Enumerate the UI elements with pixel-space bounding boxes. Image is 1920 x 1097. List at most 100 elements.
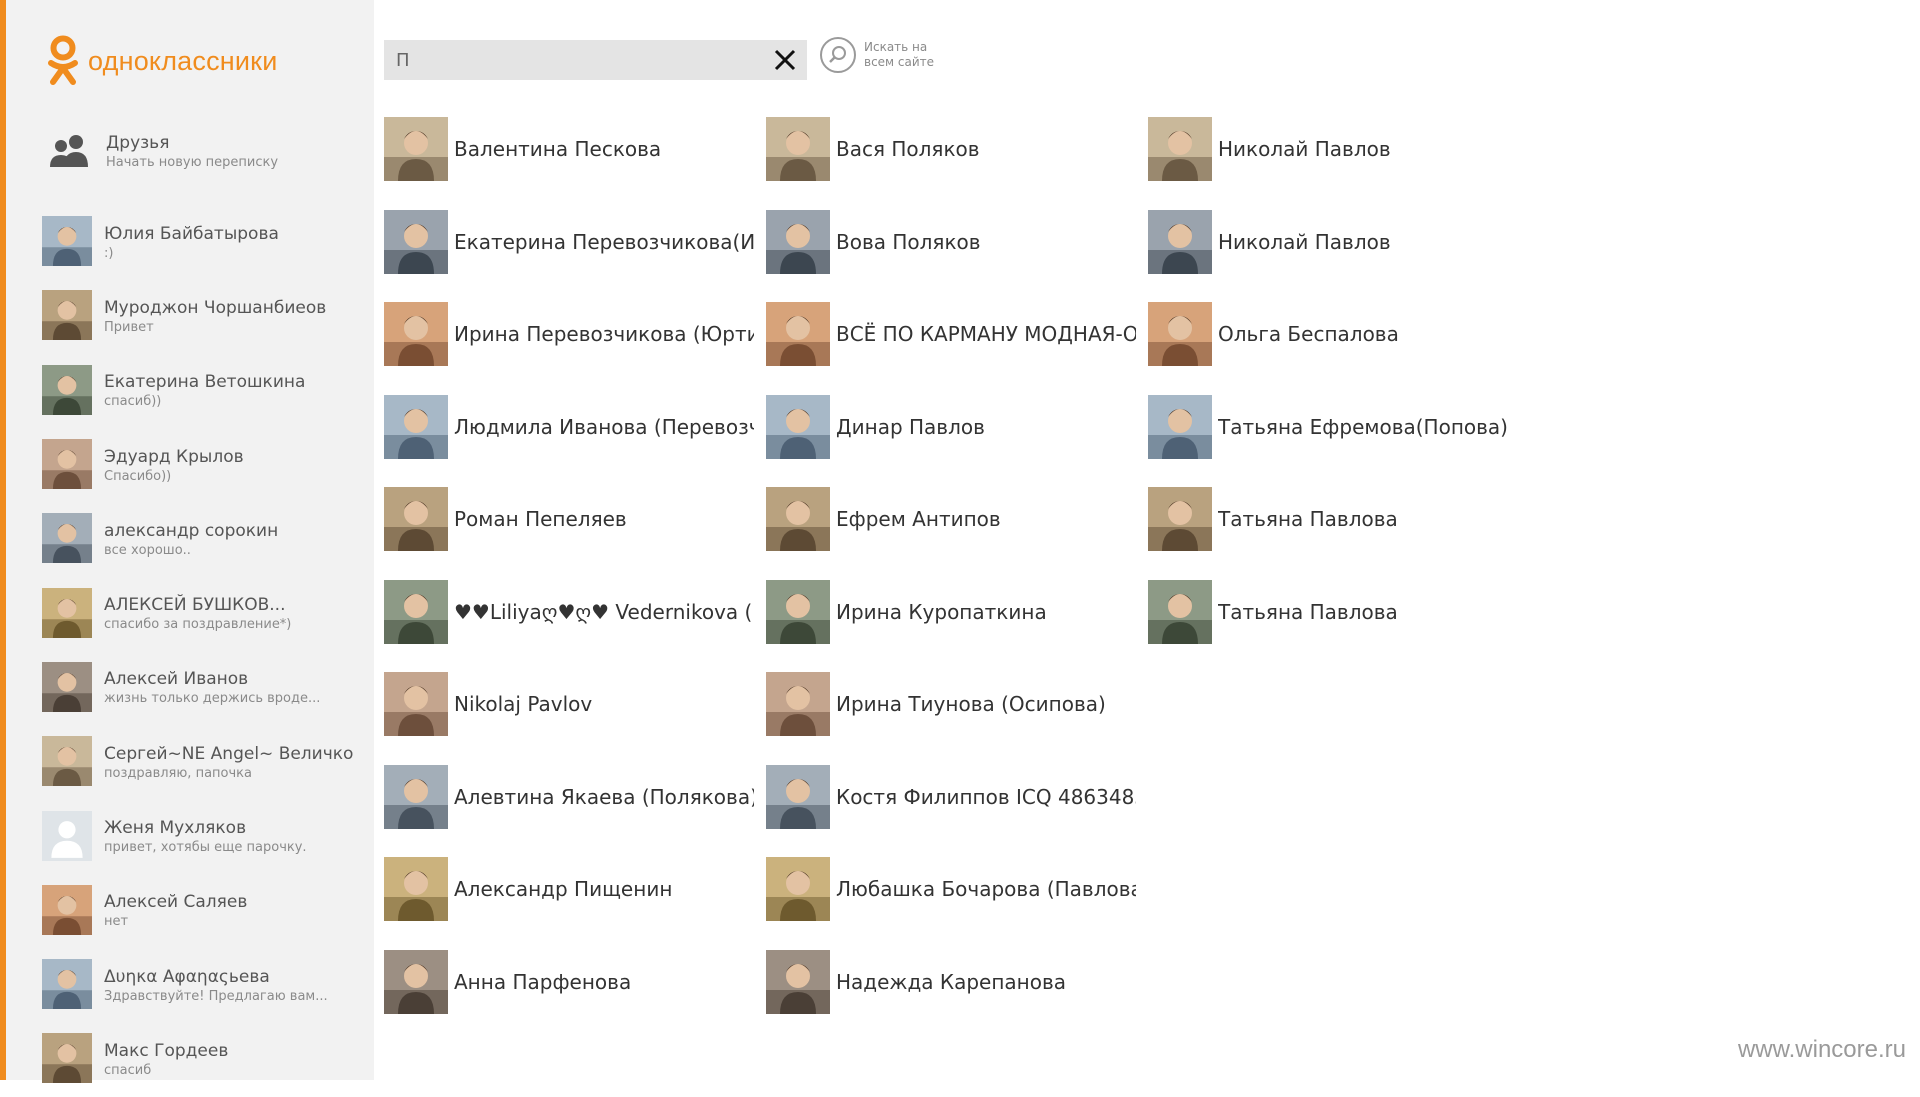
avatar	[42, 810, 92, 863]
avatar	[42, 884, 92, 937]
search-whole-site-button[interactable]: Искать на всем сайте	[820, 37, 944, 73]
conversation-name: Юлия Байбатырова	[104, 223, 279, 244]
search-result-item[interactable]: Костя Филиппов ICQ 48634836	[766, 764, 1148, 858]
conversation-item[interactable]: Женя Мухляков привет, хотябы еще парочку.	[42, 799, 372, 873]
avatar	[766, 487, 830, 551]
search-result-item[interactable]: Ирина Куропаткина	[766, 579, 1148, 673]
conversation-preview: все хорошо..	[104, 542, 191, 558]
avatar	[766, 857, 830, 921]
avatar	[42, 661, 92, 714]
watermark: www.wincore.ru	[1737, 1036, 1906, 1063]
search-result-item[interactable]: Анна Парфенова	[384, 949, 766, 1043]
search-result-item[interactable]: Любашка Бочарова (Павлова)	[766, 857, 1148, 950]
search-result-item[interactable]: Ефрем Антипов	[766, 487, 1148, 580]
search-result-item[interactable]: Ирина Тиунова (Осипова)	[766, 672, 1148, 765]
app-logo-text: одноклассники	[88, 45, 278, 76]
conversation-preview: спасиб))	[104, 394, 162, 410]
search-result-item[interactable]: Екатерина Перевозчикова(Иль	[384, 209, 766, 303]
avatar	[42, 587, 92, 640]
avatar	[384, 487, 448, 551]
avatar	[766, 579, 830, 644]
conversation-preview: привет, хотябы еще парочку.	[104, 840, 307, 856]
conversation-name: Алексей Саляев	[104, 892, 248, 913]
search-result-name: Николай Павлов	[1218, 137, 1391, 161]
avatar	[1148, 117, 1212, 181]
conversation-item[interactable]: Мурoджон Чоршанбиеов Привет	[42, 279, 372, 353]
search-result-name: Александр Пищенин	[454, 877, 673, 901]
avatar	[42, 290, 92, 342]
search-result-name: Вася Поляков	[836, 137, 980, 161]
search-result-name: Ефрем Антипов	[836, 507, 1001, 531]
search-result-item[interactable]: Алевтина Якаева (Полякова)	[384, 764, 766, 858]
search-whole-site-label: Искать на всем сайте	[864, 40, 935, 69]
conversation-item[interactable]: Макс Гордеев спасиб	[42, 1022, 372, 1096]
clear-search-button[interactable]	[773, 48, 797, 72]
search-icon	[820, 37, 856, 73]
conversation-preview: нет	[104, 914, 129, 930]
conversation-item[interactable]: Алексей Иванов жизнь только держись вроде…	[42, 651, 372, 725]
search-result-item[interactable]: Александр Пищенин	[384, 857, 766, 950]
avatar	[766, 117, 830, 181]
search-result-name: ВСЁ ПО КАРМАНУ МОДНАЯ-О	[836, 322, 1136, 346]
search-result-name: Ирина Куропаткина	[836, 599, 1047, 624]
conversation-preview: Спасибо))	[104, 468, 172, 484]
ok-logo-icon	[46, 35, 80, 87]
conversation-item[interactable]: АЛЕКСЕЙ БУШКОВ... спасибо за поздравление…	[42, 576, 372, 650]
search-box	[384, 40, 807, 80]
avatar	[766, 209, 830, 274]
search-input[interactable]	[394, 48, 758, 72]
search-result-name: Ирина Перевозчикова (Юртик	[454, 322, 754, 346]
search-result-item[interactable]: Надежда Карепанова	[766, 949, 1148, 1043]
avatar	[1148, 487, 1212, 551]
search-result-item[interactable]: Татьяна Павлова	[1148, 487, 1530, 580]
search-result-item[interactable]: Николай Павлов	[1148, 117, 1530, 210]
search-result-name: Екатерина Перевозчикова(Иль	[454, 229, 754, 254]
conversation-preview: спасибо за поздравление*)	[104, 617, 292, 633]
avatar	[766, 764, 830, 829]
search-result-item[interactable]: Татьяна Ефремова(Попова)	[1148, 394, 1530, 488]
avatar	[42, 736, 92, 788]
conversation-name: Макс Гордеев	[104, 1040, 229, 1061]
search-result-name: Валентина Пескова	[454, 137, 662, 161]
search-result-item[interactable]: Татьяна Павлова	[1148, 579, 1530, 673]
search-result-item[interactable]: Ольга Беспалова	[1148, 302, 1530, 395]
avatar	[384, 579, 448, 644]
search-result-item[interactable]: Вова Поляков	[766, 209, 1148, 303]
conversation-preview: Здравствуйте! Предлагаю вам...	[104, 988, 328, 1004]
conversation-item[interactable]: александр сорокин все хорошо..	[42, 502, 372, 576]
search-result-item[interactable]: ♥♥Liliyaღ♥ღ♥ Vedernikova (Put	[384, 579, 766, 673]
conversation-preview: :)	[104, 245, 114, 261]
avatar	[766, 394, 830, 459]
conversation-preview: Привет	[104, 319, 154, 335]
conversation-item[interactable]: Алексей Саляев нет	[42, 874, 372, 948]
search-result-item[interactable]: Роман Пепеляев	[384, 487, 766, 580]
conversation-item[interactable]: Эдуард Крылов Спасибо))	[42, 428, 372, 502]
search-result-item[interactable]: Людмила Иванова (Перевозчи	[384, 394, 766, 488]
conversation-preview: спасиб	[104, 1062, 152, 1078]
avatar	[384, 117, 448, 181]
conversation-list: Юлия Байбатырова:) Мурoджон Чоршанбиеов Пр…	[42, 205, 372, 1097]
search-result-name: Вова Поляков	[836, 229, 981, 254]
search-result-item[interactable]: Вася Поляков	[766, 117, 1148, 210]
search-result-item[interactable]: Ирина Перевозчикова (Юртик	[384, 302, 766, 395]
search-result-name: Татьяна Павлова	[1218, 507, 1398, 531]
avatar	[384, 764, 448, 829]
conversation-item[interactable]: Сергей~NE Angel~ Величко поздравляю, папо…	[42, 725, 372, 799]
friends-new-conversation[interactable]: Друзья Начать новую переписку	[46, 128, 278, 174]
avatar	[42, 216, 92, 268]
conversation-name: Сергей~NE Angel~ Величко	[104, 743, 354, 764]
conversation-item[interactable]: Екатерина Ветошкина спасиб))	[42, 354, 372, 428]
search-result-name: ♥♥Liliyaღ♥ღ♥ Vedernikova (Put	[454, 599, 754, 624]
conversation-item[interactable]: Δυηκα Αφαηαςьева Здравствуйте! Предлагаю …	[42, 948, 372, 1022]
avatar	[766, 949, 830, 1014]
search-result-item[interactable]: Nikolaj Pavlov	[384, 672, 766, 765]
search-result-item[interactable]: Динар Павлов	[766, 394, 1148, 488]
conversation-item[interactable]: Юлия Байбатырова:)	[42, 205, 372, 279]
conversation-name: александр сорокин	[104, 520, 279, 541]
search-result-item[interactable]: ВСЁ ПО КАРМАНУ МОДНАЯ-О	[766, 302, 1148, 395]
avatar	[42, 513, 92, 565]
avatar	[42, 364, 92, 417]
search-result-item[interactable]: Николай Павлов	[1148, 209, 1530, 303]
search-results: Валентина Пескова Екатерина Перевозчикова…	[384, 117, 1530, 1042]
search-result-item[interactable]: Валентина Пескова	[384, 117, 766, 210]
